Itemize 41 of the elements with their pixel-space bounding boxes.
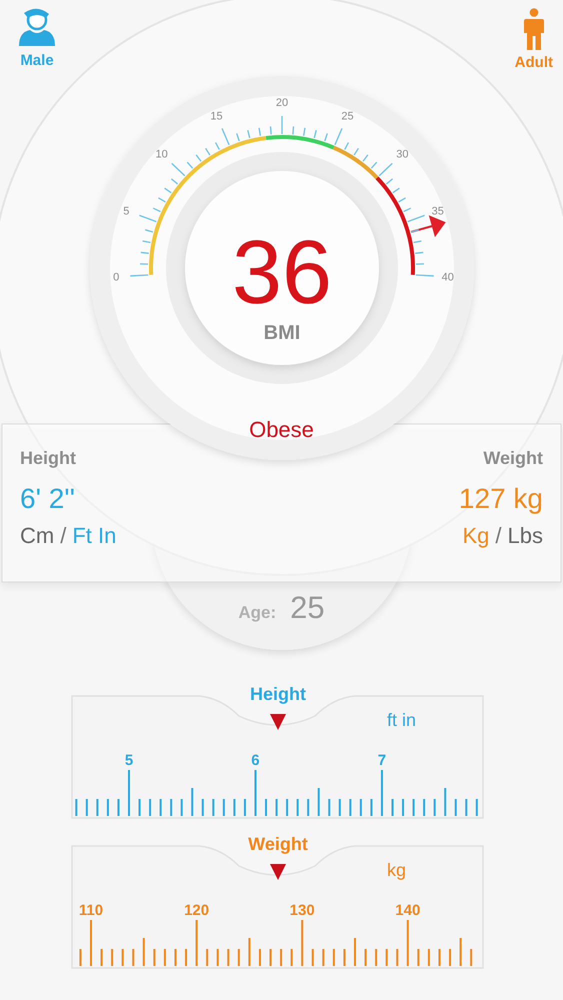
unit-separator: / — [60, 523, 66, 549]
bmi-category: Obese — [249, 417, 314, 443]
age-group-label[interactable]: Adult — [514, 54, 553, 71]
scale-label: 5 — [123, 206, 130, 218]
bmi-label: BMI — [264, 322, 300, 345]
scale-label: 0 — [113, 272, 120, 284]
field-label: Weight — [483, 448, 543, 469]
scale-label: 20 — [276, 97, 288, 109]
age-label: Age: — [238, 603, 276, 623]
pointer-icon — [270, 714, 286, 730]
man-avatar-icon[interactable] — [18, 8, 56, 48]
ruler-title: Weight — [248, 834, 308, 855]
scale-label: 10 — [155, 148, 168, 161]
ruler-title: Height — [250, 684, 306, 705]
gender-label[interactable]: Male — [20, 52, 54, 69]
ruler-unit: ft in — [387, 710, 416, 731]
ruler-label: 130 — [290, 902, 315, 919]
ruler-label: 7 — [378, 752, 386, 769]
standing-person-icon[interactable] — [522, 8, 545, 50]
scale-label: 35 — [432, 206, 444, 218]
ruler-label: 140 — [395, 902, 420, 919]
scale-label: 40 — [442, 272, 454, 284]
pointer-icon — [270, 864, 286, 880]
unit-option[interactable]: Kg — [462, 523, 490, 549]
unit-option[interactable]: Cm — [20, 523, 54, 549]
ruler-unit: kg — [387, 860, 406, 881]
weight-value[interactable]: 127 kg — [458, 483, 543, 515]
ruler-label: 6 — [251, 752, 260, 769]
scale-label: 30 — [396, 148, 409, 161]
ruler-label: 120 — [184, 902, 210, 919]
unit-option[interactable]: Ft In — [72, 523, 116, 549]
bmi-value: 36 — [232, 228, 332, 318]
unit-option[interactable]: Lbs — [508, 523, 543, 549]
height-value[interactable]: 6' 2'' — [20, 483, 116, 515]
field-label: Height — [20, 448, 77, 469]
scale-label: 25 — [341, 110, 354, 122]
unit-separator: / — [495, 523, 502, 549]
scale-label: 15 — [210, 110, 223, 122]
ruler-label: 5 — [124, 752, 134, 769]
age-value[interactable]: 25 — [290, 590, 325, 626]
ruler-label: 110 — [78, 902, 104, 919]
